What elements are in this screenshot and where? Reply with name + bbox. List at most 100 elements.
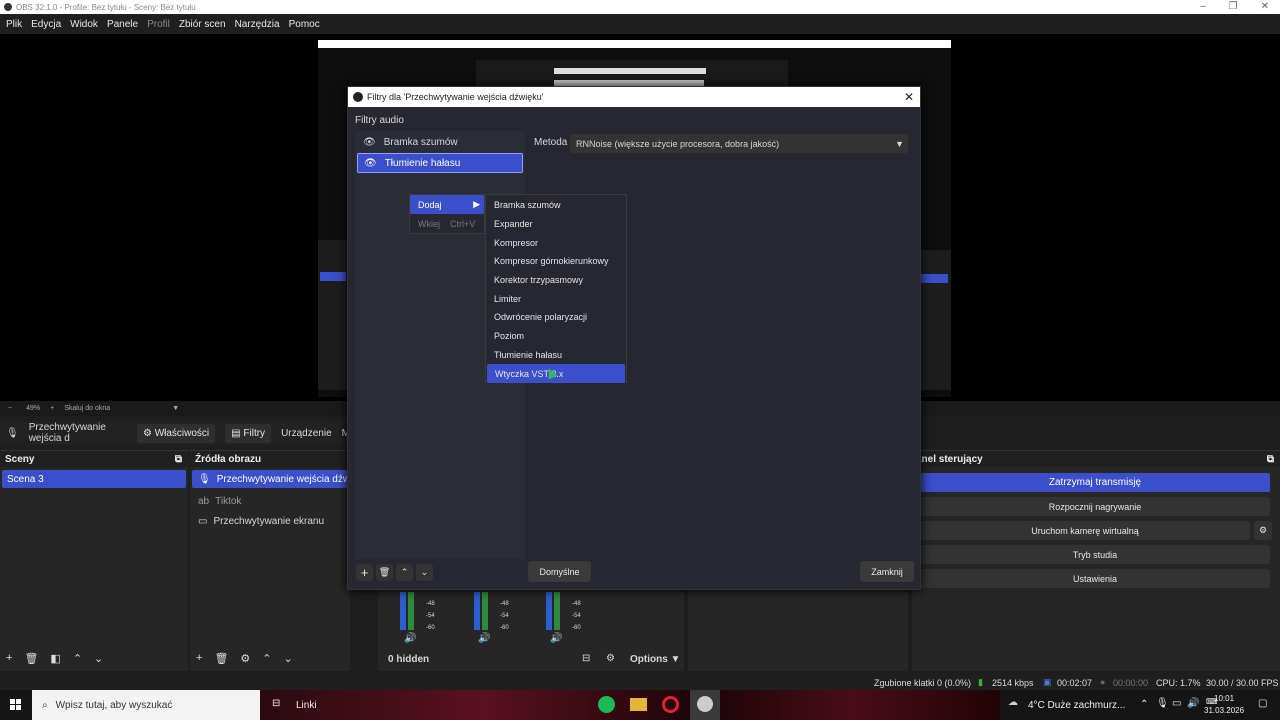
add-filter-submenu: Bramka szumów Expander Kompresor Kompres… — [485, 194, 627, 383]
move-down-icon[interactable]: ⌄ — [94, 652, 103, 665]
source-item[interactable]: 🎙 Przechwytywanie wejścia dźwię — [192, 470, 348, 488]
menu-zbior-scen[interactable]: Zbiór scen — [173, 19, 229, 30]
volume-meter — [408, 592, 414, 630]
obs-logo-icon — [353, 92, 363, 102]
tick-label: -54 — [572, 613, 581, 619]
gear-icon[interactable]: ⚙ — [1254, 521, 1272, 540]
search-box[interactable]: ⌕ Wpisz tutaj, aby wyszukać — [32, 690, 260, 720]
task-view-icon[interactable]: ⊟ — [272, 698, 280, 709]
source-item[interactable]: ab Tiktok — [190, 491, 350, 511]
settings-button[interactable]: Ustawienia — [920, 569, 1270, 588]
filters-dialog: Filtry dla 'Przechwytywanie wejścia dźwi… — [347, 86, 921, 590]
gear-icon[interactable]: ⚙ — [240, 652, 250, 665]
chevron-down-icon: ▼ — [895, 138, 904, 149]
tick-label: -60 — [426, 625, 435, 631]
remove-filter-icon[interactable]: 🗑 — [376, 564, 393, 581]
submenu-item[interactable]: Odwrócenie polaryzacji — [486, 308, 626, 327]
weather-text[interactable]: 4°C Duże zachmurz... — [1028, 700, 1125, 711]
start-recording-button[interactable]: Rozpocznij nagrywanie — [920, 497, 1270, 516]
maximize-button[interactable]: ❐ — [1218, 0, 1248, 14]
clock-time[interactable]: 10:01 — [1214, 694, 1234, 703]
add-filter-button[interactable]: + — [356, 564, 373, 581]
submenu-item[interactable]: Tłumienie hałasu — [486, 346, 626, 365]
defaults-label: Domyślne — [539, 566, 580, 577]
menu-item-add[interactable]: Dodaj ▶ — [410, 195, 484, 214]
minimize-button[interactable]: – — [1188, 0, 1218, 14]
menu-profil[interactable]: Profil — [141, 19, 173, 30]
source-item[interactable]: ▭ Przechwytywanie ekranu — [190, 511, 350, 531]
mixer-layout-icon[interactable]: ⊟ — [582, 653, 590, 664]
menu-panele[interactable]: Panele — [101, 19, 141, 30]
links-toolbar[interactable]: Linki — [296, 700, 317, 711]
filter-item[interactable]: 👁 Tłumienie hałasu — [357, 153, 523, 173]
move-down-icon[interactable]: ⌄ — [416, 564, 433, 581]
eye-icon[interactable]: 👁 — [364, 158, 377, 169]
add-source-button[interactable]: + — [196, 652, 202, 665]
dock-undock-icon[interactable]: ⧉ — [1267, 454, 1274, 465]
move-up-icon[interactable]: ⌃ — [396, 564, 413, 581]
virtual-camera-button[interactable]: Uruchom kamerę wirtualną — [920, 521, 1250, 540]
zoom-out-button[interactable]: − — [8, 405, 12, 412]
submenu-item[interactable]: Expander — [486, 215, 626, 234]
dock-undock-icon[interactable]: ⧉ — [175, 454, 182, 465]
remove-source-icon[interactable]: 🗑 — [214, 652, 228, 665]
mixer-options-button[interactable]: Options ▼ — [630, 654, 680, 665]
source-item-label: Przechwytywanie wejścia dźwię — [216, 473, 348, 485]
submenu-item[interactable]: Korektor trzypasmowy — [486, 271, 626, 290]
spotify-icon[interactable] — [598, 696, 615, 713]
gear-icon[interactable]: ⚙ — [606, 653, 615, 664]
tray-chevron-icon[interactable]: ⌃ — [1140, 699, 1148, 710]
zoom-in-button[interactable]: + — [50, 405, 54, 412]
close-button[interactable]: Zamknij — [860, 561, 914, 582]
opera-icon[interactable] — [662, 696, 679, 713]
studio-mode-button[interactable]: Tryb studia — [920, 545, 1270, 564]
method-dropdown[interactable]: RNNoise (większe użycie procesora, dobra… — [570, 134, 908, 153]
scene-filters-icon[interactable]: ◧ — [50, 652, 60, 665]
meter-ticks: -48 -54 -60 — [572, 598, 581, 634]
obs-logo-icon — [4, 3, 12, 11]
close-icon[interactable]: ✕ — [904, 90, 914, 104]
menu-edycja[interactable]: Edycja — [25, 19, 64, 30]
text-icon: ab — [198, 495, 210, 507]
submenu-item[interactable]: Kompresor górnokierunkowy — [486, 252, 626, 271]
menu-item-paste[interactable]: Wklej Ctrl+V — [410, 214, 484, 233]
remove-scene-icon[interactable]: 🗑 — [24, 652, 38, 665]
speaker-icon[interactable]: 🔊 — [478, 633, 490, 644]
volume-icon[interactable]: 🔊 — [1187, 698, 1199, 709]
submenu-item[interactable]: Kompresor — [486, 233, 626, 252]
zoom-mode[interactable]: Skaluj do okna — [64, 405, 164, 412]
start-recording-label: Rozpocznij nagrywanie — [1048, 501, 1142, 512]
tick-label: -48 — [426, 601, 435, 607]
notifications-icon[interactable]: ▢ — [1258, 698, 1267, 709]
eye-icon[interactable]: 👁 — [363, 137, 376, 148]
menu-narzedzia[interactable]: Narzędzia — [229, 19, 283, 30]
menu-pomoc[interactable]: Pomoc — [283, 19, 323, 30]
network-icon[interactable]: ▭ — [1172, 698, 1181, 709]
scene-item[interactable]: Scena 3 — [2, 470, 186, 488]
submenu-item[interactable]: Poziom — [486, 327, 626, 346]
submenu-item[interactable]: Bramka szumów — [486, 196, 626, 215]
microphone-icon[interactable]: 🎙 — [1156, 698, 1169, 709]
submenu-item[interactable]: Limiter — [486, 289, 626, 308]
tick-label: -54 — [500, 613, 509, 619]
move-up-icon[interactable]: ⌃ — [262, 652, 271, 665]
stop-streaming-button[interactable]: Zatrzymaj transmisję — [920, 473, 1270, 492]
start-button[interactable] — [0, 690, 32, 720]
folder-icon[interactable] — [630, 698, 647, 711]
obs-taskbar-item[interactable] — [690, 690, 720, 720]
filters-button[interactable]: ▤ Filtry — [225, 423, 272, 443]
speaker-icon[interactable]: 🔊 — [404, 633, 416, 644]
filters-label: Filtry — [243, 427, 266, 439]
filter-item[interactable]: 👁 Bramka szumów — [355, 131, 525, 153]
speaker-icon[interactable]: 🔊 — [550, 633, 562, 644]
clock-date[interactable]: 31.03.2026 — [1204, 706, 1244, 715]
add-scene-button[interactable]: + — [6, 652, 12, 665]
move-up-icon[interactable]: ⌃ — [73, 652, 82, 665]
chevron-down-icon[interactable]: ▼ — [172, 405, 179, 412]
move-down-icon[interactable]: ⌄ — [284, 652, 293, 665]
menu-widok[interactable]: Widok — [64, 19, 101, 30]
defaults-button[interactable]: Domyślne — [528, 561, 591, 582]
properties-button[interactable]: ⚙ Właściwości — [136, 423, 216, 443]
menu-plik[interactable]: Plik — [0, 19, 25, 30]
close-window-button[interactable]: ✕ — [1250, 0, 1280, 14]
